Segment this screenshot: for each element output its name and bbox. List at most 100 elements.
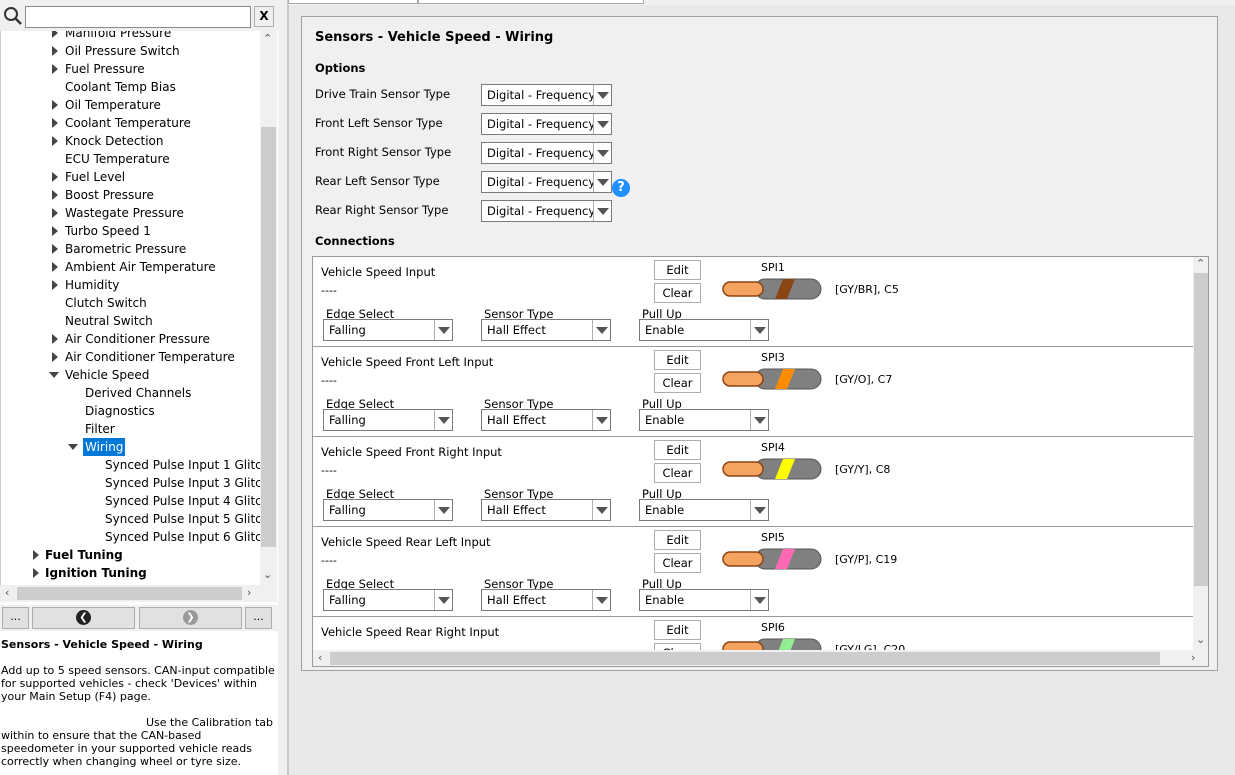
expand-arrow-icon[interactable] xyxy=(52,46,58,56)
scroll-up-icon[interactable]: ⌃ xyxy=(1196,257,1205,270)
tree-item[interactable]: Air Conditioner Pressure xyxy=(1,330,260,348)
chevron-down-icon[interactable] xyxy=(593,143,611,163)
chevron-down-icon[interactable] xyxy=(593,85,611,105)
tree-item[interactable]: Diagnostics xyxy=(1,402,260,420)
search-input[interactable] xyxy=(25,6,251,28)
tree-item[interactable]: Manifold Pressure xyxy=(1,31,260,42)
scroll-down-icon[interactable]: ⌄ xyxy=(1196,633,1205,646)
sensor-type-select[interactable]: Digital - Frequency xyxy=(481,171,612,193)
help-icon[interactable]: ? xyxy=(612,179,630,197)
tree-item[interactable]: ECU Temperature xyxy=(1,150,260,168)
edge-select-dropdown[interactable]: Falling xyxy=(323,499,453,521)
tree-item[interactable]: Coolant Temperature xyxy=(1,114,260,132)
expand-arrow-icon[interactable] xyxy=(52,64,58,74)
tree-item[interactable]: Coolant Temp Bias xyxy=(1,78,260,96)
chevron-down-icon[interactable] xyxy=(750,590,768,610)
tree-item[interactable]: Oil Temperature xyxy=(1,96,260,114)
tree-vertical-scrollbar[interactable]: ⌃ ⌄ xyxy=(260,31,277,585)
collapse-arrow-icon[interactable] xyxy=(68,444,78,450)
expand-arrow-icon[interactable] xyxy=(52,334,58,344)
clear-button[interactable]: Clear xyxy=(654,373,701,393)
chevron-down-icon[interactable] xyxy=(592,320,610,340)
tree-horizontal-scrollbar[interactable]: ‹ › xyxy=(0,585,277,602)
tree-item[interactable]: Wiring xyxy=(1,438,260,456)
tree-item[interactable]: Knock Detection xyxy=(1,132,260,150)
tree-item[interactable]: Wastegate Pressure xyxy=(1,204,260,222)
edit-button[interactable]: Edit xyxy=(654,440,701,460)
clear-button[interactable]: Clear xyxy=(654,463,701,483)
pull-up-dropdown[interactable]: Enable xyxy=(639,589,769,611)
chevron-down-icon[interactable] xyxy=(593,201,611,221)
tree-item[interactable]: Oil Pressure Switch xyxy=(1,42,260,60)
sensor-type-select[interactable]: Digital - Frequency xyxy=(481,142,612,164)
expand-arrow-icon[interactable] xyxy=(52,118,58,128)
expand-arrow-icon[interactable] xyxy=(52,100,58,110)
sensor-type-select[interactable]: Digital - Frequency xyxy=(481,84,612,106)
expand-arrow-icon[interactable] xyxy=(33,550,39,560)
expand-arrow-icon[interactable] xyxy=(52,244,58,254)
pull-up-dropdown[interactable]: Enable xyxy=(639,499,769,521)
back-button[interactable]: ❮ xyxy=(32,607,135,629)
connections-horizontal-scrollbar[interactable]: ‹ › xyxy=(313,650,1208,666)
connections-scroll-thumb[interactable] xyxy=(1194,273,1208,586)
tree-hscroll-thumb[interactable] xyxy=(17,587,242,600)
sensor-type-dropdown[interactable]: Hall Effect xyxy=(481,589,611,611)
tree-item[interactable]: Clutch Switch xyxy=(1,294,260,312)
chevron-down-icon[interactable] xyxy=(750,500,768,520)
sensor-type-select[interactable]: Digital - Frequency xyxy=(481,200,612,222)
tree-item[interactable]: Humidity xyxy=(1,276,260,294)
scroll-left-icon[interactable]: ‹ xyxy=(318,651,322,664)
panel-splitter[interactable] xyxy=(278,0,288,775)
chevron-down-icon[interactable] xyxy=(593,172,611,192)
tree-item[interactable]: Ignition Tuning xyxy=(1,564,260,582)
tree-item[interactable]: Synced Pulse Input 1 Glitch Fi xyxy=(1,456,260,474)
clear-button[interactable]: Clear xyxy=(654,553,701,573)
chevron-down-icon[interactable] xyxy=(434,410,452,430)
tree-item[interactable]: Vehicle Speed xyxy=(1,366,260,384)
expand-arrow-icon[interactable] xyxy=(52,190,58,200)
edit-button[interactable]: Edit xyxy=(654,530,701,550)
tab-2[interactable] xyxy=(418,0,644,4)
tree-item[interactable]: Barometric Pressure xyxy=(1,240,260,258)
tree-item[interactable]: Air Conditioner Temperature xyxy=(1,348,260,366)
tree-item[interactable]: Fuel Pressure xyxy=(1,60,260,78)
tree-item[interactable]: Fuel Tuning xyxy=(1,546,260,564)
connections-vertical-scrollbar[interactable]: ⌃ ⌄ xyxy=(1193,257,1208,650)
scroll-down-icon[interactable]: ⌄ xyxy=(263,568,272,581)
tree-item[interactable]: Boost Pressure xyxy=(1,186,260,204)
chevron-down-icon[interactable] xyxy=(434,500,452,520)
edge-select-dropdown[interactable]: Falling xyxy=(323,319,453,341)
edge-select-dropdown[interactable]: Falling xyxy=(323,409,453,431)
pull-up-dropdown[interactable]: Enable xyxy=(639,409,769,431)
expand-arrow-icon[interactable] xyxy=(52,31,58,38)
expand-arrow-icon[interactable] xyxy=(52,208,58,218)
more-left-button[interactable]: ... xyxy=(2,607,29,629)
chevron-down-icon[interactable] xyxy=(434,320,452,340)
tree-item[interactable]: Ambient Air Temperature xyxy=(1,258,260,276)
tree-item[interactable]: Fuel Level xyxy=(1,168,260,186)
tree-item[interactable]: Synced Pulse Input 4 Glitch Fi xyxy=(1,492,260,510)
tree-item[interactable]: Filter xyxy=(1,420,260,438)
expand-arrow-icon[interactable] xyxy=(52,136,58,146)
forward-button[interactable]: ❯ xyxy=(139,607,242,629)
expand-arrow-icon[interactable] xyxy=(52,172,58,182)
scroll-up-icon[interactable]: ⌃ xyxy=(263,32,272,45)
chevron-down-icon[interactable] xyxy=(750,410,768,430)
edit-button[interactable]: Edit xyxy=(654,350,701,370)
expand-arrow-icon[interactable] xyxy=(33,568,39,578)
chevron-down-icon[interactable] xyxy=(434,590,452,610)
tree-scroll-thumb[interactable] xyxy=(261,127,276,547)
chevron-down-icon[interactable] xyxy=(593,114,611,134)
more-right-button[interactable]: ... xyxy=(245,607,272,629)
expand-arrow-icon[interactable] xyxy=(52,280,58,290)
sensor-type-select[interactable]: Digital - Frequency xyxy=(481,113,612,135)
edge-select-dropdown[interactable]: Falling xyxy=(323,589,453,611)
chevron-down-icon[interactable] xyxy=(592,500,610,520)
edit-button[interactable]: Edit xyxy=(654,620,701,640)
sensor-type-dropdown[interactable]: Hall Effect xyxy=(481,319,611,341)
clear-search-button[interactable]: X xyxy=(254,6,274,27)
scroll-right-icon[interactable]: › xyxy=(247,586,251,599)
tree-item[interactable]: Synced Pulse Input 6 Glitch Fi xyxy=(1,528,260,546)
pull-up-dropdown[interactable]: Enable xyxy=(639,319,769,341)
tree-item[interactable]: Neutral Switch xyxy=(1,312,260,330)
